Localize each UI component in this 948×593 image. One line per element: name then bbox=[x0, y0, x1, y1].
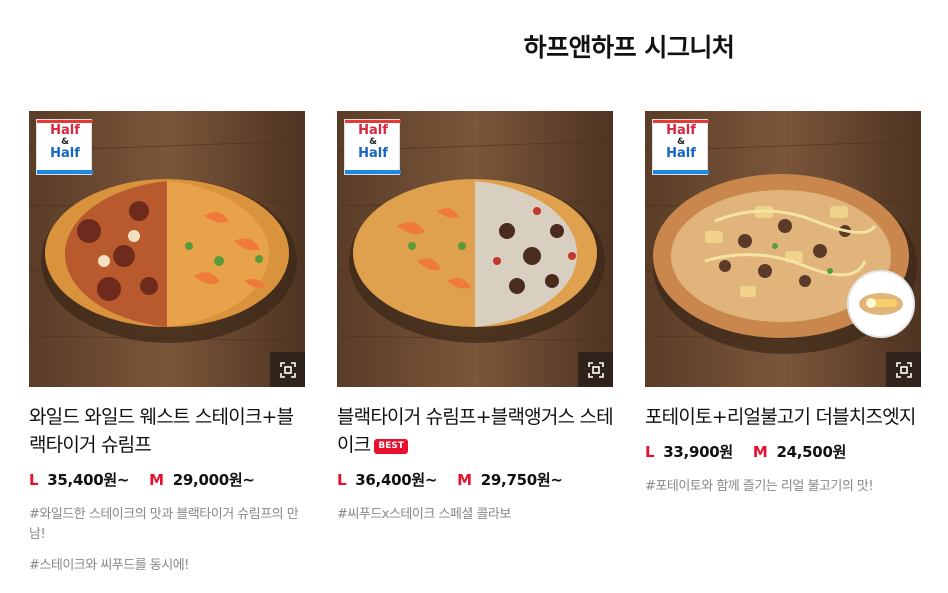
size-medium-label: M bbox=[149, 471, 164, 489]
product-name[interactable]: 포테이토+리얼불고기 더블치즈엣지 bbox=[645, 403, 921, 431]
price-large: 35,400원~ bbox=[47, 471, 130, 489]
description-line: #포테이토와 함께 즐기는 리얼 불고기의 맛! bbox=[645, 479, 874, 494]
product-description: #씨푸드x스테이크 스페셜 콜라보 bbox=[337, 505, 613, 525]
size-medium-label: M bbox=[752, 443, 768, 461]
page-title: 하프앤하프 시그니처 bbox=[523, 33, 735, 62]
description-line: #씨푸드x스테이크 스페셜 콜라보 bbox=[337, 507, 511, 522]
description-line: #와일드한 스테이크의 맛과 블랙타이거 슈림프의 만남! bbox=[29, 507, 299, 542]
best-badge: BEST bbox=[374, 439, 409, 454]
half-and-half-logo: Half & Half bbox=[36, 119, 93, 175]
product-card[interactable]: Half & Half 와일드 와일드 웨스트 스테이크+블랙타이거 슈림프 L… bbox=[29, 111, 305, 587]
product-image[interactable]: Half & Half bbox=[29, 111, 305, 387]
price-medium: 29,000원~ bbox=[172, 471, 255, 489]
size-large-label: L bbox=[337, 471, 347, 489]
expand-icon bbox=[279, 361, 296, 378]
size-medium-label: M bbox=[457, 471, 472, 489]
product-image[interactable]: Half & Half bbox=[337, 111, 613, 387]
zoom-button[interactable] bbox=[886, 352, 921, 387]
badge-text-top: Half bbox=[666, 123, 696, 138]
product-description: #와일드한 스테이크의 맛과 블랙타이거 슈림프의 만남! #스테이크와 씨푸드… bbox=[29, 505, 305, 576]
product-card[interactable]: Half & Half 포테이토+리얼불고기 더블치즈엣지 L 33,900원 M 2… bbox=[645, 111, 921, 508]
price-large: 33,900원 bbox=[663, 443, 733, 461]
badge-text-top: Half bbox=[50, 123, 80, 138]
product-name[interactable]: 블랙타이거 슈림프+블랙앵거스 스테이크 BEST bbox=[337, 403, 614, 459]
product-image[interactable]: Half & Half bbox=[645, 111, 921, 387]
half-and-half-logo: Half & Half bbox=[652, 119, 709, 175]
price-large: 36,400원~ bbox=[355, 471, 438, 489]
product-name-text[interactable]: 포테이토+리얼불고기 더블치즈엣지 bbox=[645, 406, 916, 428]
zoom-button[interactable] bbox=[578, 352, 613, 387]
badge-text-top: Half bbox=[358, 123, 388, 138]
half-and-half-logo: Half & Half bbox=[344, 119, 401, 175]
price-medium: 29,750원~ bbox=[480, 471, 563, 489]
zoom-button[interactable] bbox=[270, 352, 305, 387]
product-name-text[interactable]: 와일드 와일드 웨스트 스테이크+블랙타이거 슈림프 bbox=[29, 406, 294, 456]
badge-text-bottom: Half bbox=[358, 146, 388, 161]
product-name[interactable]: 와일드 와일드 웨스트 스테이크+블랙타이거 슈림프 bbox=[29, 403, 305, 459]
price-row: L 36,400원~ M 29,750원~ bbox=[337, 469, 613, 490]
description-line: #스테이크와 씨푸드를 동시에! bbox=[29, 558, 189, 573]
price-row: L 33,900원 M 24,500원 bbox=[645, 441, 921, 462]
badge-text-bottom: Half bbox=[50, 146, 80, 161]
size-large-label: L bbox=[29, 471, 39, 489]
badge-text-bottom: Half bbox=[666, 146, 696, 161]
price-medium: 24,500원 bbox=[776, 443, 847, 461]
expand-icon bbox=[587, 361, 604, 378]
expand-icon bbox=[895, 361, 912, 378]
product-card[interactable]: Half & Half 블랙타이거 슈림프+블랙앵거스 스테이크 BEST L 36… bbox=[337, 111, 614, 536]
size-large-label: L bbox=[645, 443, 655, 461]
price-row: L 35,400원~ M 29,000원~ bbox=[29, 469, 305, 490]
product-description: #포테이토와 함께 즐기는 리얼 불고기의 맛! bbox=[645, 477, 921, 497]
